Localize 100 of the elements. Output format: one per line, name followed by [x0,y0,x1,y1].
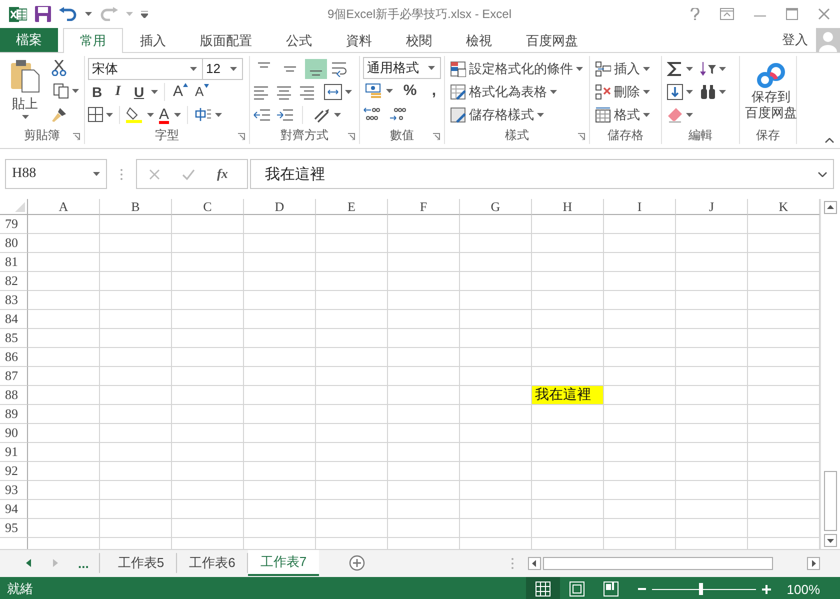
bold-button[interactable]: B [88,84,106,100]
clipboard-icon[interactable] [10,59,40,93]
decrease-indent-icon[interactable] [253,106,271,122]
wrap-text-icon[interactable] [331,60,349,76]
find-button[interactable] [698,82,728,100]
row-header[interactable]: 83 [0,291,28,310]
underline-button[interactable]: U [130,84,148,100]
shrink-font-button[interactable]: A [193,83,211,100]
bottom-align-icon[interactable] [305,58,327,78]
table-icon[interactable] [450,84,466,100]
autosum-button[interactable] [665,60,695,78]
expand-icon[interactable] [818,172,827,176]
delete-cells-button[interactable]: 刪除 [593,82,652,102]
decrease-decimal-icon[interactable] [389,106,407,122]
delete-cells-icon[interactable] [595,84,611,100]
sigma-icon[interactable] [667,60,683,76]
comma-style-button[interactable]: , [425,82,443,100]
cell-style-icon[interactable] [450,106,466,122]
accounting-icon[interactable] [365,82,383,99]
previous-sheet-icon[interactable] [26,559,31,567]
copy-button[interactable] [51,82,81,100]
sort-button[interactable] [698,60,728,78]
more-sheets-button[interactable]: ... [72,550,95,576]
row-header[interactable]: 87 [0,367,28,386]
ribbon-tab[interactable]: 校閱 [389,28,449,53]
row-header[interactable]: 79 [0,215,28,234]
row-header[interactable]: 91 [0,443,28,462]
merge-cells-icon[interactable] [324,84,342,100]
grow-font-button[interactable]: A [171,82,190,101]
ribbon-tab[interactable]: 資料 [329,28,389,53]
font-size-dropdown[interactable]: 12 [203,58,243,80]
drag-handle-icon[interactable] [511,556,514,570]
normal-view-icon[interactable] [534,581,551,597]
number-format-dropdown[interactable]: 通用格式 [363,57,441,80]
drag-handle-icon[interactable] [120,168,123,180]
eraser-icon[interactable] [667,106,683,122]
scroll-left-icon[interactable] [528,556,541,570]
row-header[interactable]: 84 [0,310,28,329]
ribbon-display-icon[interactable] [720,8,734,20]
cell-styles-button[interactable]: 儲存格樣式 [448,104,585,124]
ribbon-tab[interactable]: 公式 [269,28,329,53]
file-tab[interactable]: 檔案 [0,28,58,52]
row-header[interactable]: 89 [0,405,28,424]
conditional-formatting-button[interactable]: 設定格式化的條件 [448,58,585,78]
save-icon[interactable] [35,6,51,22]
font-name-dropdown[interactable]: 宋体 [88,58,203,80]
fill-down-icon[interactable] [667,84,683,100]
scroll-down-icon[interactable] [824,534,837,547]
scrollbar-thumb[interactable] [543,556,773,570]
text-orientation-icon[interactable] [313,106,331,122]
row-header[interactable]: 92 [0,462,28,481]
row-header[interactable]: 86 [0,348,28,367]
dialog-launcher-icon[interactable] [73,133,80,140]
zoom-out-icon[interactable] [638,585,646,593]
collapse-ribbon-icon[interactable] [825,138,834,143]
scroll-right-icon[interactable] [807,556,820,570]
dialog-launcher-icon[interactable] [578,133,585,140]
row-header[interactable]: 82 [0,272,28,291]
sort-icon[interactable] [700,60,716,76]
row-header[interactable]: 93 [0,481,28,500]
accounting-format-button[interactable] [363,82,395,100]
paste-button[interactable]: 貼上 [3,57,47,126]
dialog-launcher-icon[interactable] [238,133,245,140]
dialog-launcher-icon[interactable] [433,133,440,140]
increase-decimal-icon[interactable] [363,106,381,122]
percent-style-button[interactable]: % [401,82,419,100]
column-header[interactable]: A [28,199,100,215]
fill-color-icon[interactable] [126,106,144,123]
borders-icon[interactable] [88,107,103,122]
maximize-icon[interactable] [786,8,798,20]
row-header[interactable]: 90 [0,424,28,443]
sign-in-link[interactable]: 登入 [782,28,816,52]
close-icon[interactable] [818,8,830,20]
copy-icon[interactable] [53,83,69,100]
zoom-level[interactable]: 100% [778,577,840,599]
scroll-up-icon[interactable] [824,201,837,214]
merge-button[interactable] [322,82,354,100]
ribbon-tab[interactable]: 檢視 [449,28,509,53]
ribbon-tab[interactable]: 版面配置 [183,28,269,53]
ribbon-tab[interactable]: 百度网盘 [509,28,595,53]
dialog-launcher-icon[interactable] [348,133,355,140]
row-header[interactable]: 85 [0,329,28,348]
column-header[interactable]: G [460,199,532,215]
binoculars-icon[interactable] [700,84,716,100]
format-painter-icon[interactable] [51,106,67,123]
fill-button[interactable] [665,82,695,100]
help-icon[interactable] [690,8,700,20]
format-as-table-button[interactable]: 格式化為表格 [448,82,585,102]
name-box[interactable]: H88 [5,159,107,189]
scissors-icon[interactable] [51,60,67,76]
conditional-formatting-icon[interactable] [450,60,466,76]
formula-input[interactable]: 我在這裡 [250,159,834,189]
sheet-tab[interactable]: 工作表7 [248,550,319,576]
excel-icon[interactable] [9,6,27,22]
right-align-icon[interactable] [299,84,315,100]
zoom-in-icon[interactable] [762,584,771,594]
left-align-icon[interactable] [253,84,269,100]
increase-indent-icon[interactable] [276,106,294,122]
format-cells-icon[interactable] [595,106,611,122]
add-sheet-icon[interactable] [348,555,365,571]
